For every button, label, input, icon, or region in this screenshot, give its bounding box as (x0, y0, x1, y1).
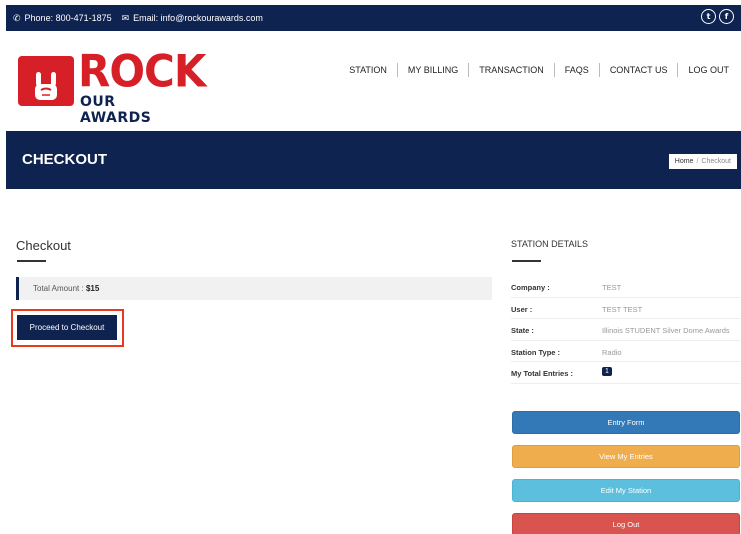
twitter-icon[interactable]: t (701, 9, 716, 24)
breadcrumb-home[interactable]: Home (675, 158, 694, 165)
nav-transaction[interactable]: TRANSACTION (469, 65, 554, 75)
detail-value: TEST TEST (602, 304, 643, 314)
rock-hand-icon (35, 72, 57, 100)
detail-key: My Total Entries : (511, 369, 573, 378)
logo-tagline: OUR AWARDS (80, 94, 152, 126)
edit-my-station-button[interactable]: Edit My Station (512, 479, 740, 502)
site-logo[interactable]: ROCK OUR AWARDS (18, 48, 206, 126)
main-nav: STATION MY BILLING TRANSACTION FAQS CONT… (339, 63, 729, 77)
email-contact[interactable]: ✉ Email: info@rockourawards.com (122, 13, 263, 23)
detail-key: User : (511, 304, 533, 314)
nav-contact-us[interactable]: CONTACT US (600, 65, 678, 75)
heading-underline (512, 260, 541, 262)
breadcrumb-separator: / (696, 158, 699, 165)
entry-form-button[interactable]: Entry Form (512, 411, 740, 434)
site-header: ROCK OUR AWARDS STATION MY BILLING TRANS… (6, 31, 741, 131)
nav-log-out[interactable]: LOG OUT (678, 65, 729, 75)
station-details-list: Company : TEST User : TEST TEST State : … (511, 276, 740, 384)
entries-count-badge: 1 (602, 367, 612, 376)
nav-station[interactable]: STATION (339, 65, 397, 75)
detail-row-state: State : Illinois STUDENT Silver Dome Awa… (511, 319, 740, 341)
detail-value: Radio (602, 347, 622, 357)
phone-icon: ✆ (13, 12, 21, 23)
social-links: t f (701, 9, 734, 24)
total-amount-label: Total Amount : (33, 284, 84, 293)
view-my-entries-button[interactable]: View My Entries (512, 445, 740, 468)
email-text: Email: info@rockourawards.com (133, 13, 263, 23)
page-title-band: CHECKOUT Home / Checkout (6, 131, 741, 189)
detail-row-station-type: Station Type : Radio (511, 341, 740, 362)
detail-value: TEST (602, 283, 622, 292)
phone-text: Phone: 800-471-1875 (24, 13, 112, 23)
heading-underline (17, 260, 46, 262)
proceed-to-checkout-button[interactable]: Proceed to Checkout (17, 315, 117, 340)
email-icon: ✉ (121, 12, 130, 23)
detail-row-company: Company : TEST (511, 276, 740, 298)
logo-wordmark: ROCK (78, 45, 206, 98)
phone-contact[interactable]: ✆ Phone: 800-471-1875 (13, 13, 112, 23)
facebook-icon[interactable]: f (719, 9, 734, 24)
checkout-heading: Checkout (16, 238, 71, 253)
nav-faqs[interactable]: FAQS (555, 65, 599, 75)
detail-row-user: User : TEST TEST (511, 298, 740, 319)
page-title: CHECKOUT (22, 151, 107, 168)
detail-key: Company : (511, 283, 550, 292)
detail-value: Illinois STUDENT Silver Dome Awards (602, 326, 730, 335)
detail-key: State : (511, 326, 534, 335)
contact-info: ✆ Phone: 800-471-1875 ✉ Email: info@rock… (13, 13, 263, 23)
nav-my-billing[interactable]: MY BILLING (398, 65, 468, 75)
detail-key: Station Type : (511, 347, 561, 357)
station-details-heading: STATION DETAILS (511, 239, 589, 249)
breadcrumb-current: Checkout (701, 158, 731, 165)
top-contact-bar: ✆ Phone: 800-471-1875 ✉ Email: info@rock… (6, 5, 741, 31)
total-amount-box: Total Amount : $15 (16, 277, 492, 300)
detail-row-total-entries: My Total Entries : 1 (511, 362, 740, 384)
total-amount-text: Total Amount : $15 (33, 284, 99, 293)
breadcrumb: Home / Checkout (668, 154, 737, 169)
total-amount-value: $15 (85, 284, 100, 293)
log-out-button[interactable]: Log Out (512, 513, 740, 534)
logo-badge (18, 56, 74, 106)
